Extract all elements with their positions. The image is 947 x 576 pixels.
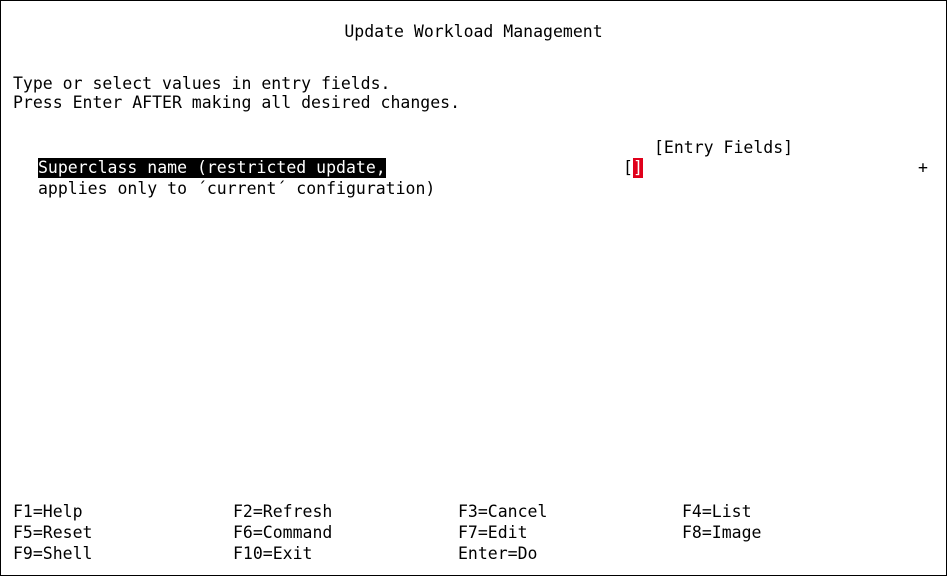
entry-fields-header: [Entry Fields] xyxy=(654,138,794,157)
enter-do-key[interactable]: Enter=Do xyxy=(458,544,537,564)
f8-image-key[interactable]: F8=Image xyxy=(682,523,761,543)
f10-exit-key[interactable]: F10=Exit xyxy=(233,544,312,564)
f5-reset-key[interactable]: F5=Reset xyxy=(13,523,92,543)
screen-title: Update Workload Management xyxy=(344,22,603,41)
f4-list-key[interactable]: F4=List xyxy=(682,502,752,522)
instruction-line-2: Press Enter AFTER making all desired cha… xyxy=(13,93,461,112)
list-available-marker[interactable]: + xyxy=(918,158,928,178)
f1-help-key[interactable]: F1=Help xyxy=(13,502,83,522)
f7-edit-key[interactable]: F7=Edit xyxy=(458,523,528,543)
superclass-name-label-continued: applies only to ´current´ configuration) xyxy=(38,179,436,198)
f6-command-key[interactable]: F6=Command xyxy=(233,523,332,543)
superclass-name-field[interactable]: [] xyxy=(623,158,643,178)
f9-shell-key[interactable]: F9=Shell xyxy=(13,544,92,564)
superclass-name-label[interactable]: Superclass name (restricted update, xyxy=(38,158,386,178)
field-close-bracket: ] xyxy=(632,158,643,177)
field-open-bracket: [ xyxy=(623,158,633,177)
instruction-line-1: Type or select values in entry fields. xyxy=(13,74,391,93)
smit-screen: Update Workload Management Type or selec… xyxy=(0,0,947,576)
f3-cancel-key[interactable]: F3=Cancel xyxy=(458,502,547,522)
f2-refresh-key[interactable]: F2=Refresh xyxy=(233,502,332,522)
text-cursor: ] xyxy=(632,158,643,178)
